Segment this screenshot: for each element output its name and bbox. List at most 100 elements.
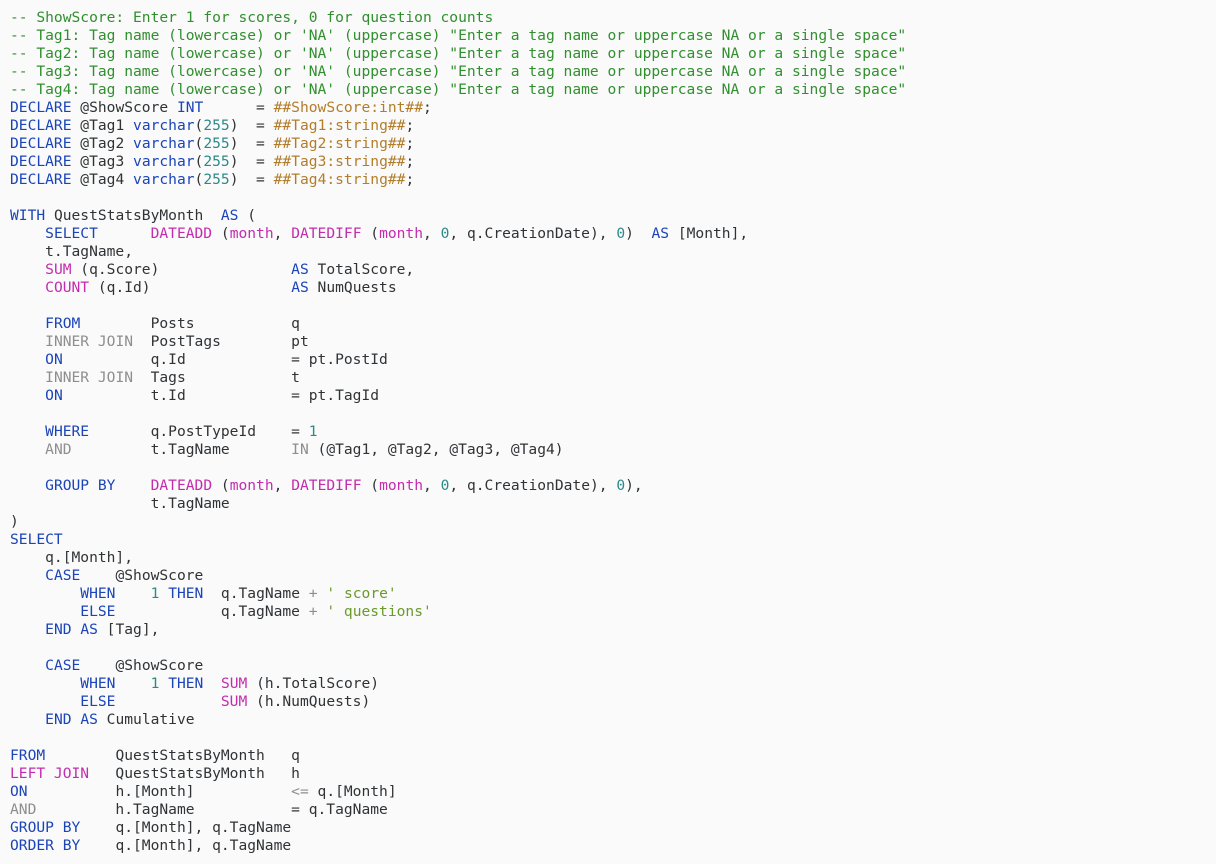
token-code-text: PostTags pt <box>133 333 309 350</box>
code-line[interactable]: -- Tag2: Tag name (lowercase) or 'NA' (u… <box>10 45 1216 63</box>
code-line[interactable]: INNER JOIN PostTags pt <box>10 333 1216 351</box>
token-number-literal: 255 <box>203 117 230 134</box>
code-line[interactable]: ON t.Id = pt.TagId <box>10 387 1216 405</box>
token-keyword: DECLARE <box>10 153 72 170</box>
code-line[interactable]: ) <box>10 513 1216 531</box>
code-line[interactable]: DECLARE @Tag4 varchar(255) = ##Tag4:stri… <box>10 171 1216 189</box>
token-keyword: GROUP BY <box>45 477 116 494</box>
token-keyword: WHERE <box>45 423 90 440</box>
token-function: DATEADD <box>150 477 213 494</box>
code-line[interactable]: ON q.Id = pt.PostId <box>10 351 1216 369</box>
token-code-text: (h.TotalScore) <box>247 675 380 692</box>
token-parameter-placeholder: ##ShowScore:int## <box>273 99 423 116</box>
code-line[interactable]: COUNT (q.Id) AS NumQuests <box>10 279 1216 297</box>
code-line[interactable]: WHEN 1 THEN SUM (h.TotalScore) <box>10 675 1216 693</box>
code-line[interactable] <box>10 729 1216 747</box>
code-line[interactable]: -- Tag4: Tag name (lowercase) or 'NA' (u… <box>10 81 1216 99</box>
code-line[interactable]: ON h.[Month] <= q.[Month] <box>10 783 1216 801</box>
code-line[interactable]: FROM Posts q <box>10 315 1216 333</box>
code-line[interactable]: LEFT JOIN QuestStatsByMonth h <box>10 765 1216 783</box>
token-code-text <box>72 711 81 728</box>
code-line[interactable]: GROUP BY DATEADD (month, DATEDIFF (month… <box>10 477 1216 495</box>
token-code-text: @ShowScore <box>80 567 204 584</box>
code-line[interactable]: DECLARE @Tag2 varchar(255) = ##Tag2:stri… <box>10 135 1216 153</box>
code-line[interactable]: AND t.TagName IN (@Tag1, @Tag2, @Tag3, @… <box>10 441 1216 459</box>
token-code-text: ( <box>212 225 230 242</box>
token-keyword: ON <box>45 351 63 368</box>
token-code-text <box>115 693 220 710</box>
token-code-text: @Tag2 <box>71 135 134 152</box>
code-line[interactable]: DECLARE @Tag1 varchar(255) = ##Tag1:stri… <box>10 117 1216 135</box>
code-line[interactable]: t.TagName <box>10 495 1216 513</box>
code-line[interactable]: -- ShowScore: Enter 1 for scores, 0 for … <box>10 9 1216 27</box>
code-line[interactable]: WHERE q.PostTypeId = 1 <box>10 423 1216 441</box>
token-keyword: GROUP BY <box>10 819 81 836</box>
code-line[interactable]: SELECT <box>10 531 1216 549</box>
token-keyword: THEN <box>168 675 204 692</box>
code-line[interactable] <box>10 459 1216 477</box>
code-line[interactable] <box>10 639 1216 657</box>
token-code-text <box>10 675 80 692</box>
code-line[interactable] <box>10 405 1216 423</box>
token-code-text: @ShowScore <box>80 657 204 674</box>
code-line[interactable]: GROUP BY q.[Month], q.TagName <box>10 819 1216 837</box>
token-keyword: END <box>45 621 72 638</box>
token-code-text: , <box>423 225 441 242</box>
code-line[interactable]: -- Tag3: Tag name (lowercase) or 'NA' (u… <box>10 63 1216 81</box>
code-line[interactable]: DECLARE @Tag3 varchar(255) = ##Tag3:stri… <box>10 153 1216 171</box>
token-parameter-placeholder: ##Tag1:string## <box>273 117 406 134</box>
token-code-text: t.TagName, <box>10 243 134 260</box>
code-line[interactable]: ELSE q.TagName + ' questions' <box>10 603 1216 621</box>
token-comment: -- ShowScore: Enter 1 for scores, 0 for … <box>10 9 494 26</box>
code-line[interactable] <box>10 189 1216 207</box>
token-code-text: t.TagName <box>10 495 230 512</box>
token-keyword: END <box>45 711 72 728</box>
token-code-text: (q.Id) <box>89 279 292 296</box>
token-keyword: CASE <box>45 657 81 674</box>
token-keyword: ON <box>10 783 28 800</box>
code-line[interactable] <box>10 297 1216 315</box>
token-code-text: (h.NumQuests) <box>247 693 371 710</box>
token-keyword: WITH <box>10 207 46 224</box>
token-code-text <box>159 585 168 602</box>
code-line[interactable]: WHEN 1 THEN q.TagName + ' score' <box>10 585 1216 603</box>
code-line[interactable]: WITH QuestStatsByMonth AS ( <box>10 207 1216 225</box>
code-line[interactable]: AND h.TagName = q.TagName <box>10 801 1216 819</box>
code-line[interactable]: END AS [Tag], <box>10 621 1216 639</box>
token-code-text <box>10 279 45 296</box>
token-code-text: ( <box>361 225 380 242</box>
code-line[interactable]: t.TagName, <box>10 243 1216 261</box>
code-line[interactable]: INNER JOIN Tags t <box>10 369 1216 387</box>
sql-code-editor[interactable]: -- ShowScore: Enter 1 for scores, 0 for … <box>0 0 1216 864</box>
token-operator-keyword: AND <box>45 441 72 458</box>
token-code-text: ( <box>212 477 230 494</box>
token-function: month <box>229 225 274 242</box>
token-keyword: varchar <box>133 153 195 170</box>
code-line[interactable]: CASE @ShowScore <box>10 567 1216 585</box>
code-line[interactable]: ORDER BY q.[Month], q.TagName <box>10 837 1216 855</box>
code-line[interactable]: q.[Month], <box>10 549 1216 567</box>
token-function: SUM <box>220 693 248 710</box>
token-code-text <box>115 585 150 602</box>
code-line[interactable]: DECLARE @ShowScore INT = ##ShowScore:int… <box>10 99 1216 117</box>
token-function: COUNT <box>45 279 90 296</box>
token-keyword: DECLARE <box>10 171 72 188</box>
code-line[interactable]: -- Tag1: Tag name (lowercase) or 'NA' (u… <box>10 27 1216 45</box>
code-line[interactable]: ELSE SUM (h.NumQuests) <box>10 693 1216 711</box>
code-line[interactable]: CASE @ShowScore <box>10 657 1216 675</box>
token-keyword: AS <box>80 621 98 638</box>
token-code-text <box>115 675 150 692</box>
token-code-text <box>10 603 80 620</box>
token-comment: -- Tag1: Tag name (lowercase) or 'NA' (u… <box>10 27 907 44</box>
token-keyword: DECLARE <box>10 117 72 134</box>
code-line[interactable]: SELECT DATEADD (month, DATEDIFF (month, … <box>10 225 1216 243</box>
token-function: SUM <box>220 675 248 692</box>
code-line[interactable]: FROM QuestStatsByMonth q <box>10 747 1216 765</box>
code-line[interactable]: SUM (q.Score) AS TotalScore, <box>10 261 1216 279</box>
token-code-text <box>10 477 45 494</box>
token-operator-keyword: IN <box>291 441 309 458</box>
token-keyword: SELECT <box>10 531 63 548</box>
token-code-text: q.[Month], q.TagName <box>80 837 292 854</box>
code-line[interactable]: END AS Cumulative <box>10 711 1216 729</box>
token-string-literal: ' questions' <box>326 603 432 620</box>
